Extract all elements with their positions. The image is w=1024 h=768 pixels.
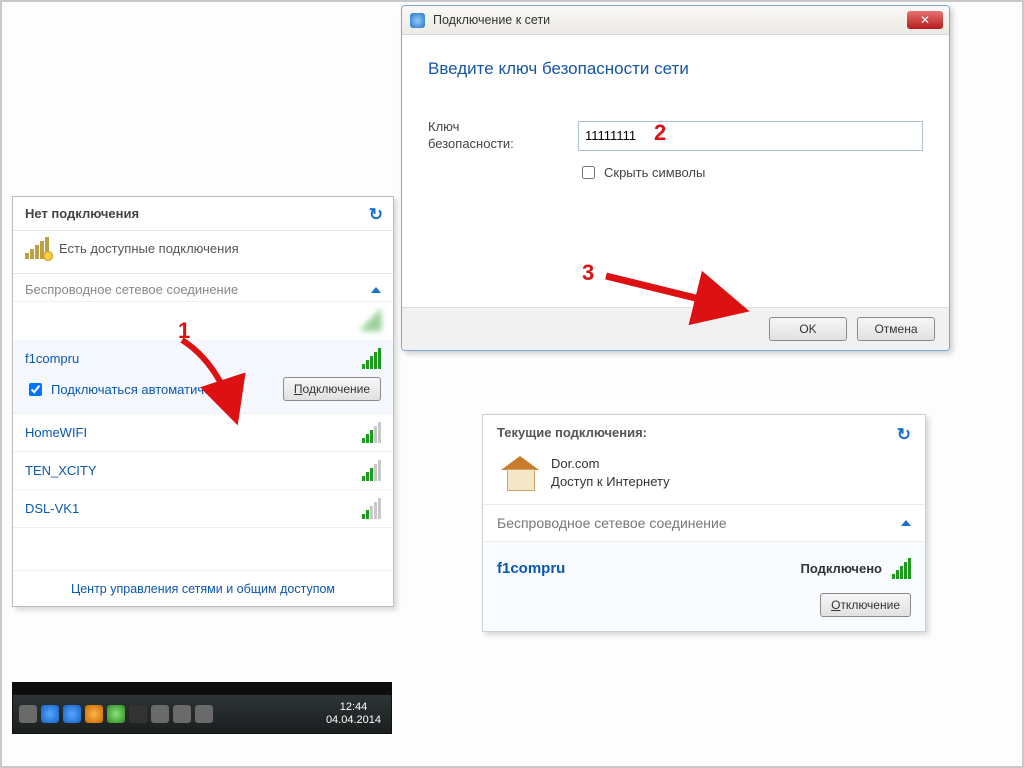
network-state: Подключено [801,561,882,576]
signal-icon [362,422,381,443]
tray-icon[interactable] [107,705,125,723]
signal-icon [362,460,381,481]
cancel-button[interactable]: Отмена [857,317,935,341]
connected-title-row: Текущие подключения: ↻ [483,415,925,451]
network-name: HomeWIFI [25,425,87,440]
auto-connect-input[interactable] [29,383,42,396]
current-connection[interactable]: Dor.com Доступ к Интернету [483,451,925,505]
security-key-input[interactable] [578,121,923,151]
wifi-available-icon [25,237,49,259]
network-dialog-icon [410,13,425,28]
clock-time: 12:44 [326,701,381,714]
network-item-masked[interactable] [13,302,393,340]
tray-icon[interactable] [63,705,81,723]
signal-icon [362,498,381,519]
dialog-body: Введите ключ безопасности сети Ключ безо… [402,35,949,182]
available-text: Есть доступные подключения [59,241,239,256]
flyout-footer: Центр управления сетями и общим доступом [13,571,393,606]
flyout-title-row: Нет подключения ↻ [13,197,393,231]
signal-icon [362,348,381,369]
hide-chars-label: Скрыть символы [604,165,705,180]
connection-state: Доступ к Интернету [551,473,670,491]
flyout-spacer [13,528,393,571]
network-name: f1compru [497,560,565,577]
dialog-button-bar: OK Отмена [402,307,949,350]
dialog-title: Подключение к сети [433,13,550,27]
network-item-ten[interactable]: TEN_XCITY [13,452,393,490]
connect-label-tail: одключение [303,382,370,396]
auto-connect-checkbox[interactable]: Подключаться автоматически [25,380,231,399]
network-item-dsl[interactable]: DSL-VK1 [13,490,393,528]
available-row: Есть доступные подключения [13,231,393,274]
windows-taskbar: 12:44 04.04.2014 [12,694,392,734]
security-key-row: Ключ безопасности: [428,119,923,153]
clock-date: 04.04.2014 [326,714,381,727]
connection-name: Dor.com [551,455,670,473]
tray-icon[interactable] [85,705,103,723]
connected-network-item[interactable]: f1compru Подключено Отключение [483,542,925,631]
network-flyout: Нет подключения ↻ Есть доступные подключ… [12,196,394,607]
tray-flag-icon[interactable] [151,705,169,723]
security-key-label: Ключ безопасности: [428,119,548,153]
security-key-dialog: Подключение к сети ✕ Введите ключ безопа… [401,5,950,351]
tray-icon[interactable] [41,705,59,723]
chevron-up-icon [371,287,381,293]
home-network-icon [501,456,539,490]
network-center-link[interactable]: Центр управления сетями и общим доступом [71,582,335,596]
network-item-home[interactable]: HomeWIFI [13,414,393,452]
wireless-section-header[interactable]: Беспроводное сетевое соединение [483,505,925,542]
wireless-section-label: Беспроводное сетевое соединение [25,282,238,297]
flyout-title: Нет подключения [25,206,139,221]
wireless-section-header[interactable]: Беспроводное сетевое соединение [13,274,393,302]
chevron-up-icon [901,520,911,526]
tray-network-icon[interactable] [173,705,191,723]
network-item-selected[interactable]: f1compru Подключаться автоматически Подк… [13,340,393,414]
connected-title: Текущие подключения: [497,425,647,445]
hide-chars-input[interactable] [582,166,595,179]
wireless-section-label: Беспроводное сетевое соединение [497,515,727,531]
tray-volume-icon[interactable] [195,705,213,723]
refresh-icon[interactable]: ↻ [369,205,383,225]
signal-icon [362,310,381,331]
tray-plug-icon[interactable] [129,705,147,723]
dialog-titlebar[interactable]: Подключение к сети ✕ [402,6,949,35]
ok-button[interactable]: OK [769,317,847,341]
disconnect-button[interactable]: Отключение [820,593,911,617]
network-name: DSL-VK1 [25,501,79,516]
browser-address-bar-fragment [12,682,392,694]
hide-chars-checkbox[interactable]: Скрыть символы [578,163,923,182]
close-icon: ✕ [920,13,930,27]
network-name: f1compru [25,351,79,366]
signal-icon [892,558,911,579]
dialog-heading: Введите ключ безопасности сети [428,59,923,79]
network-name: TEN_XCITY [25,463,97,478]
connect-button[interactable]: Подключение [283,377,381,401]
tray-show-hidden-icon[interactable] [19,705,37,723]
connected-flyout: Текущие подключения: ↻ Dor.com Доступ к … [482,414,926,632]
auto-connect-label: Подключаться автоматически [51,382,231,397]
close-button[interactable]: ✕ [907,11,943,29]
taskbar-clock[interactable]: 12:44 04.04.2014 [326,701,385,727]
refresh-icon[interactable]: ↻ [897,425,911,445]
